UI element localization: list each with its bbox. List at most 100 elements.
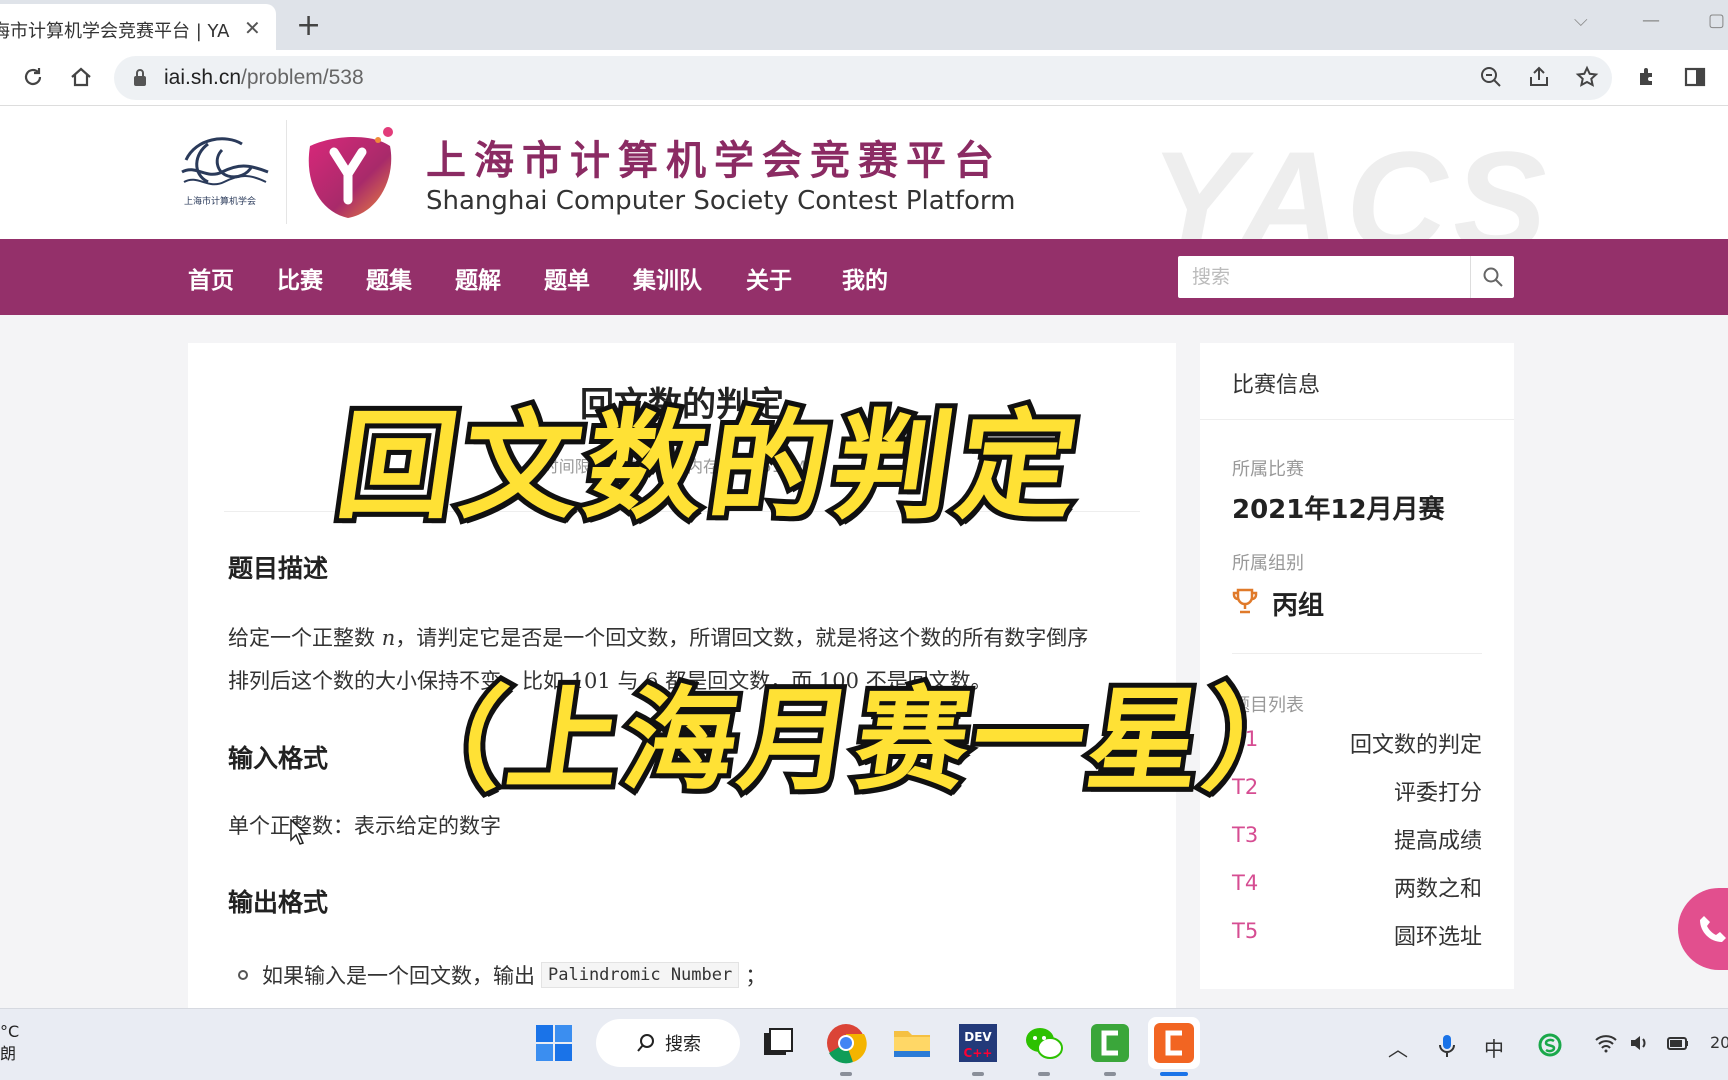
nav-about[interactable]: 关于 (746, 261, 792, 295)
browser-toolbar: iai.sh.cn/problem/538 (0, 50, 1728, 106)
reload-icon[interactable] (18, 62, 48, 92)
bookmark-star-icon[interactable] (1572, 62, 1602, 92)
floating-contact-button[interactable] (1678, 888, 1728, 970)
video-caption-title: 回文数的判定 (324, 392, 1097, 540)
site-search (1178, 256, 1514, 298)
task-id: T5 (1232, 919, 1259, 943)
task-name: 两数之和 (1393, 877, 1482, 902)
nav-home[interactable]: 首页 (188, 261, 234, 295)
maximize-icon[interactable]: ▢ (1708, 10, 1725, 31)
clock[interactable]: 20 (1710, 1033, 1728, 1052)
side-divider (1200, 419, 1514, 420)
recorder-icon[interactable] (1148, 1017, 1200, 1069)
site-title-cn: 上海市计算机学会竞赛平台 (426, 138, 1002, 184)
yacs-watermark: YACS (1150, 122, 1553, 239)
microphone-icon[interactable] (1438, 1033, 1456, 1064)
chrome-icon[interactable] (824, 1021, 868, 1065)
contest-info-heading: 比赛信息 (1232, 373, 1321, 398)
home-icon[interactable] (66, 62, 96, 92)
society-logo-text: 上海市计算机学会 (184, 197, 257, 207)
search-icon (1483, 267, 1503, 287)
browser-tab[interactable]: 海市计算机学会竞赛平台 | YACS ✕ (0, 4, 276, 50)
nav-problemset[interactable]: 题集 (366, 261, 412, 295)
search-button[interactable] (1470, 256, 1514, 298)
input-format-heading: 输入格式 (228, 744, 329, 773)
contest-value[interactable]: 2021年12月月赛 (1232, 489, 1445, 526)
input-method-icon[interactable]: 中 (1484, 1033, 1504, 1062)
start-icon[interactable] (532, 1021, 576, 1065)
logo-divider (286, 120, 287, 224)
nav-contests[interactable]: 比赛 (277, 261, 323, 295)
description-text-part: 给定一个正整数 (228, 626, 375, 650)
nav-solutions[interactable]: 题解 (455, 261, 501, 295)
search-input[interactable] (1178, 256, 1470, 298)
output-code: Palindromic Number (541, 962, 740, 988)
contest-label: 所属比赛 (1232, 459, 1304, 480)
society-logo[interactable]: 上海市计算机学会 (178, 130, 272, 216)
task-name: 回文数的判定 (1349, 733, 1482, 758)
task-id: T3 (1232, 823, 1259, 847)
dev-running-indicator (972, 1072, 984, 1076)
description-text-part: ，请判定它是否是一个回文数，所谓回文数，就是将这个数的所有数字倒序 (395, 626, 1089, 650)
url-host: iai.sh.cn (164, 66, 242, 89)
tray-overflow-icon[interactable]: ︿ (1388, 1033, 1408, 1062)
taskbar-search-label: 搜索 (665, 1034, 701, 1055)
side-panel-icon[interactable] (1680, 62, 1710, 92)
extensions-icon[interactable] (1632, 62, 1662, 92)
wechat-running-indicator (1038, 1072, 1050, 1076)
camtasia-icon[interactable] (1088, 1021, 1132, 1065)
svg-text:DEV: DEV (964, 1030, 992, 1044)
nav-mine[interactable]: 我的 (842, 261, 888, 295)
minimize-icon[interactable]: — (1642, 10, 1660, 31)
battery-icon[interactable] (1666, 1033, 1690, 1058)
video-caption-subtitle: （上海月赛一星） (378, 671, 1334, 811)
yacs-logo[interactable] (300, 124, 400, 224)
task-name: 评委打分 (1393, 781, 1482, 806)
taskbar-search[interactable]: 搜索 (596, 1019, 740, 1067)
trophy-icon (1232, 587, 1258, 619)
task-row[interactable]: T4 两数之和 (1232, 871, 1482, 902)
nav-training-team[interactable]: 集训队 (633, 261, 702, 295)
wechat-icon[interactable] (1022, 1021, 1066, 1065)
weather-temp: °C (0, 1022, 20, 1041)
phone-icon (1700, 916, 1726, 942)
description-heading: 题目描述 (228, 554, 329, 583)
group-value: 丙组 (1272, 591, 1325, 621)
output-bullet-text: 如果输入是一个回文数，输出 (262, 964, 535, 988)
task-name: 圆环选址 (1393, 925, 1482, 950)
tab-title: 海市计算机学会竞赛平台 | YACS (0, 21, 230, 42)
search-icon (637, 1034, 654, 1052)
svg-text:C++: C++ (964, 1046, 993, 1060)
task-view-icon[interactable] (756, 1021, 800, 1065)
sogou-icon[interactable] (1538, 1033, 1562, 1062)
output-format-heading: 输出格式 (228, 888, 329, 917)
task-name: 提高成绩 (1393, 829, 1482, 854)
nav-problem-lists[interactable]: 题单 (544, 261, 590, 295)
wifi-icon[interactable] (1594, 1033, 1618, 1058)
url-path: /problem/538 (241, 66, 364, 89)
camtasia-running-indicator (1104, 1072, 1116, 1076)
task-row[interactable]: T5 圆环选址 (1232, 919, 1482, 950)
task-row[interactable]: T3 提高成绩 (1232, 823, 1482, 854)
dev-cpp-icon[interactable]: DEV C++ (956, 1021, 1000, 1065)
url-text: iai.sh.cn/problem/538 (164, 66, 364, 90)
browser-tab-bar: 海市计算机学会竞赛平台 | YACS ✕ + ⌵ — ▢ (0, 0, 1728, 50)
tab-search-icon[interactable]: ⌵ (1574, 10, 1588, 31)
share-icon[interactable] (1524, 62, 1554, 92)
site-header: 上海市计算机学会 上海市计算机学会竞赛平台 Shanghai Computer … (0, 106, 1728, 239)
close-tab-icon[interactable]: ✕ (244, 16, 261, 40)
zoom-icon[interactable] (1476, 62, 1506, 92)
chrome-running-indicator (840, 1072, 852, 1076)
windows-taskbar: °C 朗 搜索 DEV C++ ︿ 中 20 (0, 1008, 1728, 1080)
weather-desc: 朗 (0, 1044, 17, 1063)
task-id: T4 (1232, 871, 1259, 895)
math-variable: n (381, 626, 396, 650)
output-bullet-punct: ； (745, 964, 767, 988)
main-nav: 首页 比赛 题集 题解 题单 集训队 关于 我的 (0, 239, 1728, 315)
address-bar[interactable]: iai.sh.cn/problem/538 (114, 56, 1612, 100)
volume-icon[interactable] (1628, 1033, 1652, 1058)
lock-icon[interactable] (132, 68, 148, 92)
new-tab-button[interactable]: + (296, 8, 321, 43)
file-explorer-icon[interactable] (890, 1021, 934, 1065)
weather-widget[interactable]: °C 朗 (0, 1021, 19, 1065)
